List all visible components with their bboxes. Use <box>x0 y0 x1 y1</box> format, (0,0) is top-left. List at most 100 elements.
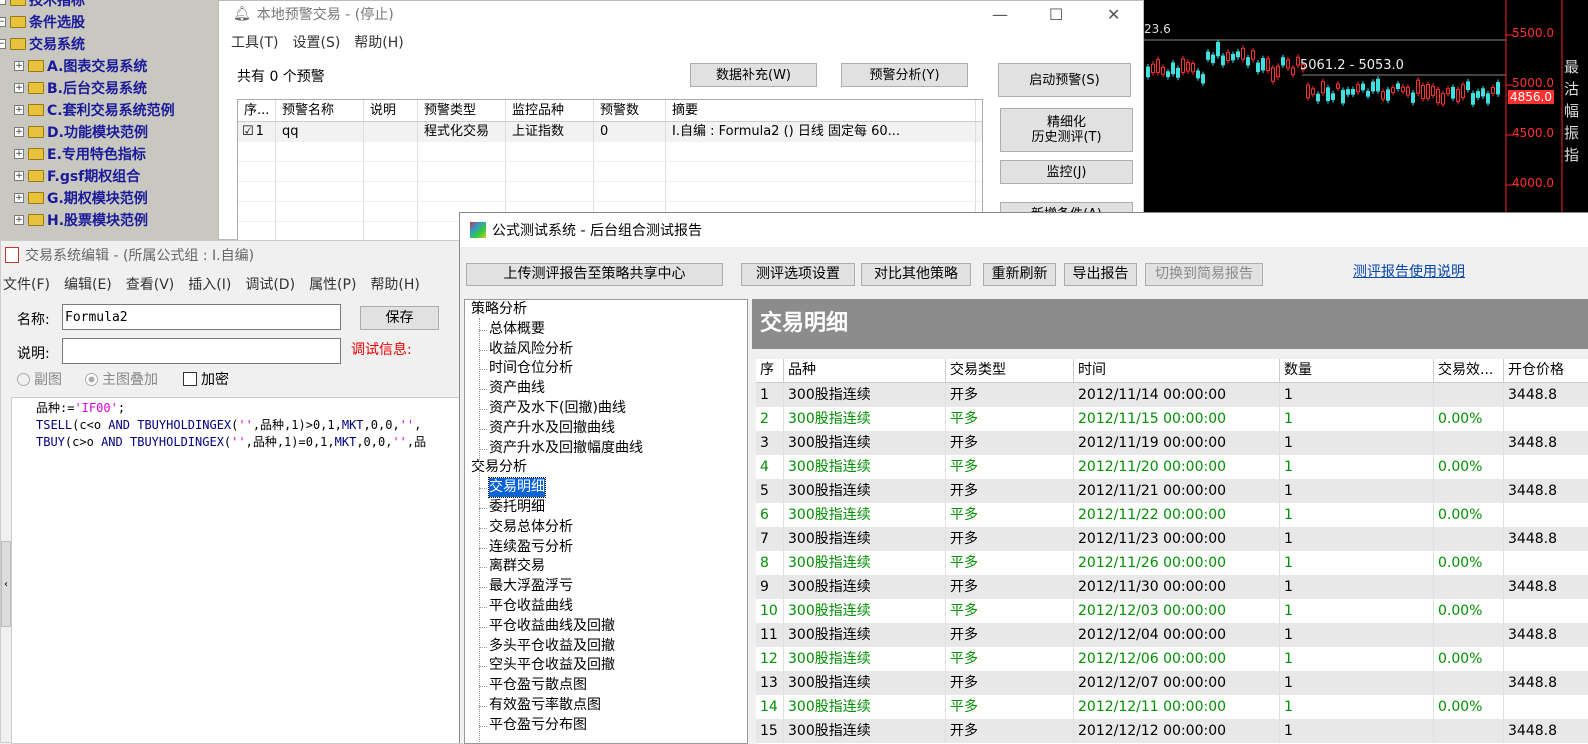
nav-item[interactable]: 有效盈亏率散点图 <box>489 696 601 715</box>
simple-report-button[interactable]: 切换到简易报告 <box>1145 263 1263 286</box>
trade-row[interactable]: 3 300股指连续 开多 2012/11/19 00:00:00 1 3448.8 <box>756 431 1588 455</box>
collapse-icon[interactable]: − <box>0 17 6 27</box>
minimize-icon[interactable]: — <box>992 5 1008 24</box>
tree-item[interactable]: − 交易系统 <box>0 33 85 55</box>
collapse-handle[interactable]: ‹ <box>1 541 11 627</box>
code-editor[interactable]: 品种:='IF00'; TSELL(c<o AND TBUYHOLDINGEX('… <box>11 397 463 744</box>
trade-row[interactable]: 6 300股指连续 平多 2012/11/22 00:00:00 1 0.00% <box>756 503 1588 527</box>
alert-col-header[interactable]: 说明 <box>364 100 418 121</box>
nav-item[interactable]: 连续盈亏分析 <box>489 538 573 557</box>
checkbox-checked-icon[interactable]: ☑ <box>242 124 254 139</box>
radio-sub[interactable]: 副图 <box>17 369 62 389</box>
trade-row[interactable]: 12 300股指连续 平多 2012/12/06 00:00:00 1 0.00% <box>756 647 1588 671</box>
collapse-icon[interactable]: − <box>0 0 6 5</box>
expand-icon[interactable]: + <box>14 215 24 225</box>
tree-item[interactable]: + D.功能模块范例 <box>14 121 148 143</box>
expand-icon[interactable]: + <box>14 149 24 159</box>
alert-menu-item[interactable]: 帮助(H) <box>354 32 403 52</box>
maximize-icon[interactable]: ☐ <box>1049 5 1063 24</box>
trade-col-header[interactable]: 开仓价格 <box>1504 359 1588 383</box>
editor-menu-item[interactable]: 调试(D) <box>245 274 295 294</box>
nav-item[interactable]: 交易明细 <box>488 477 546 499</box>
tree-item[interactable]: + G.期权模块范例 <box>14 187 148 209</box>
start-alert-button[interactable]: 启动预警(S) <box>998 63 1131 97</box>
alert-col-header[interactable]: 监控品种 <box>506 100 594 121</box>
trade-row[interactable]: 10 300股指连续 平多 2012/12/03 00:00:00 1 0.00% <box>756 599 1588 623</box>
alert-menu-item[interactable]: 设置(S) <box>292 32 340 52</box>
tree-item[interactable]: + H.股票模块范例 <box>14 209 148 231</box>
nav-item[interactable]: 平仓盈亏散点图 <box>489 676 587 695</box>
tree-item[interactable]: − 条件选股 <box>0 11 85 33</box>
expand-icon[interactable]: + <box>14 193 24 203</box>
alert-col-header[interactable]: 预警名称 <box>276 100 364 121</box>
tree-item[interactable]: + C.套利交易系统范例 <box>14 99 175 121</box>
trade-col-header[interactable]: 品种 <box>784 359 946 383</box>
alert-menu-item[interactable]: 工具(T) <box>231 32 278 52</box>
trade-row[interactable]: 1 300股指连续 开多 2012/11/14 00:00:00 1 3448.8 <box>756 383 1588 407</box>
nav-item[interactable]: 平仓收益曲线及回撤 <box>489 617 615 636</box>
trade-row[interactable]: 2 300股指连续 平多 2012/11/15 00:00:00 1 0.00% <box>756 407 1588 431</box>
expand-icon[interactable]: + <box>14 127 24 137</box>
tree-item[interactable]: + F.gsf期权组合 <box>14 165 140 187</box>
trade-col-header[interactable]: 交易类型 <box>946 359 1074 383</box>
editor-menu-item[interactable]: 查看(V) <box>126 274 175 294</box>
desc-input[interactable] <box>62 338 341 364</box>
editor-menu-item[interactable]: 编辑(E) <box>64 274 112 294</box>
trade-col-header[interactable]: 时间 <box>1074 359 1280 383</box>
nav-item[interactable]: 最大浮盈浮亏 <box>489 577 573 596</box>
alert-analysis-button[interactable]: 预警分析(Y) <box>841 63 968 87</box>
expand-icon[interactable]: + <box>14 61 24 71</box>
trade-col-header[interactable]: 数量 <box>1280 359 1434 383</box>
upload-report-button[interactable]: 上传测评报告至策略共享中心 <box>466 263 723 286</box>
nav-item[interactable]: 多头平仓收益及回撤 <box>489 637 615 656</box>
editor-menu-item[interactable]: 属性(P) <box>309 274 356 294</box>
refresh-button[interactable]: 重新刷新 <box>983 263 1056 286</box>
nav-item[interactable]: 总体概要 <box>489 320 545 339</box>
trade-col-header[interactable]: 序 <box>756 359 784 383</box>
alert-col-header[interactable]: 序... <box>238 100 276 121</box>
alert-row[interactable]: ☑ 1 qq 程式化交易 上证指数 0 I.自编 : Formula2 () 日线 固定每 … <box>238 122 982 142</box>
trade-row[interactable]: 5 300股指连续 开多 2012/11/21 00:00:00 1 3448.8 <box>756 479 1588 503</box>
expand-icon[interactable]: + <box>14 83 24 93</box>
editor-menu-item[interactable]: 文件(F) <box>3 274 50 294</box>
editor-menu-item[interactable]: 帮助(H) <box>370 274 419 294</box>
tree-item[interactable]: + B.后台交易系统 <box>14 77 147 99</box>
data-fill-button[interactable]: 数据补充(W) <box>690 63 817 87</box>
alert-col-header[interactable]: 摘要 <box>666 100 976 121</box>
nav-item[interactable]: 资产升水及回撤曲线 <box>489 419 615 438</box>
alert-col-header[interactable]: 预警数 <box>594 100 666 121</box>
name-input[interactable] <box>62 304 341 330</box>
fine-backtest-button[interactable]: 精细化 历史测评(T) <box>1000 108 1133 152</box>
monitor-button[interactable]: 监控(J) <box>1000 160 1133 184</box>
nav-item[interactable]: 平仓收益曲线 <box>489 597 573 616</box>
nav-item[interactable]: 交易总体分析 <box>489 518 573 537</box>
expand-icon[interactable]: + <box>14 105 24 115</box>
nav-item[interactable]: 委托明细 <box>489 498 545 517</box>
trade-row[interactable]: 14 300股指连续 平多 2012/12/11 00:00:00 1 0.00% <box>756 695 1588 719</box>
nav-item[interactable]: 资产升水及回撤幅度曲线 <box>489 439 643 458</box>
alert-col-header[interactable]: 预警类型 <box>418 100 506 121</box>
tree-item[interactable]: + A.图表交易系统 <box>14 55 147 77</box>
trade-row[interactable]: 15 300股指连续 开多 2012/12/12 00:00:00 1 3448.8 <box>756 719 1588 743</box>
trade-col-header[interactable]: 交易效... <box>1434 359 1504 383</box>
trade-row[interactable]: 8 300股指连续 平多 2012/11/26 00:00:00 1 0.00% <box>756 551 1588 575</box>
nav-item[interactable]: 平仓盈亏分布图 <box>489 716 587 735</box>
trade-row[interactable]: 7 300股指连续 开多 2012/11/23 00:00:00 1 3448.8 <box>756 527 1588 551</box>
nav-item[interactable]: 离群交易 <box>489 557 545 576</box>
trade-row[interactable]: 11 300股指连续 开多 2012/12/04 00:00:00 1 3448.8 <box>756 623 1588 647</box>
nav-item[interactable]: 策略分析 <box>471 300 527 319</box>
nav-item[interactable]: 收益风险分析 <box>489 340 573 359</box>
editor-menu-item[interactable]: 插入(I) <box>188 274 231 294</box>
nav-item[interactable]: 时间仓位分析 <box>489 359 573 378</box>
encrypt-checkbox[interactable]: 加密 <box>183 369 229 389</box>
options-button[interactable]: 测评选项设置 <box>741 263 855 286</box>
help-link[interactable]: 测评报告使用说明 <box>1353 261 1465 281</box>
collapse-icon[interactable]: − <box>0 39 6 49</box>
nav-item[interactable]: 资产及水下(回撤)曲线 <box>489 399 626 418</box>
trade-row[interactable]: 9 300股指连续 开多 2012/11/30 00:00:00 1 3448.8 <box>756 575 1588 599</box>
trade-row[interactable]: 4 300股指连续 平多 2012/11/20 00:00:00 1 0.00% <box>756 455 1588 479</box>
tree-item[interactable]: − 技术指标 <box>0 0 85 11</box>
nav-item[interactable]: 资产曲线 <box>489 379 545 398</box>
export-button[interactable]: 导出报告 <box>1064 263 1137 286</box>
close-icon[interactable]: ✕ <box>1107 5 1120 24</box>
